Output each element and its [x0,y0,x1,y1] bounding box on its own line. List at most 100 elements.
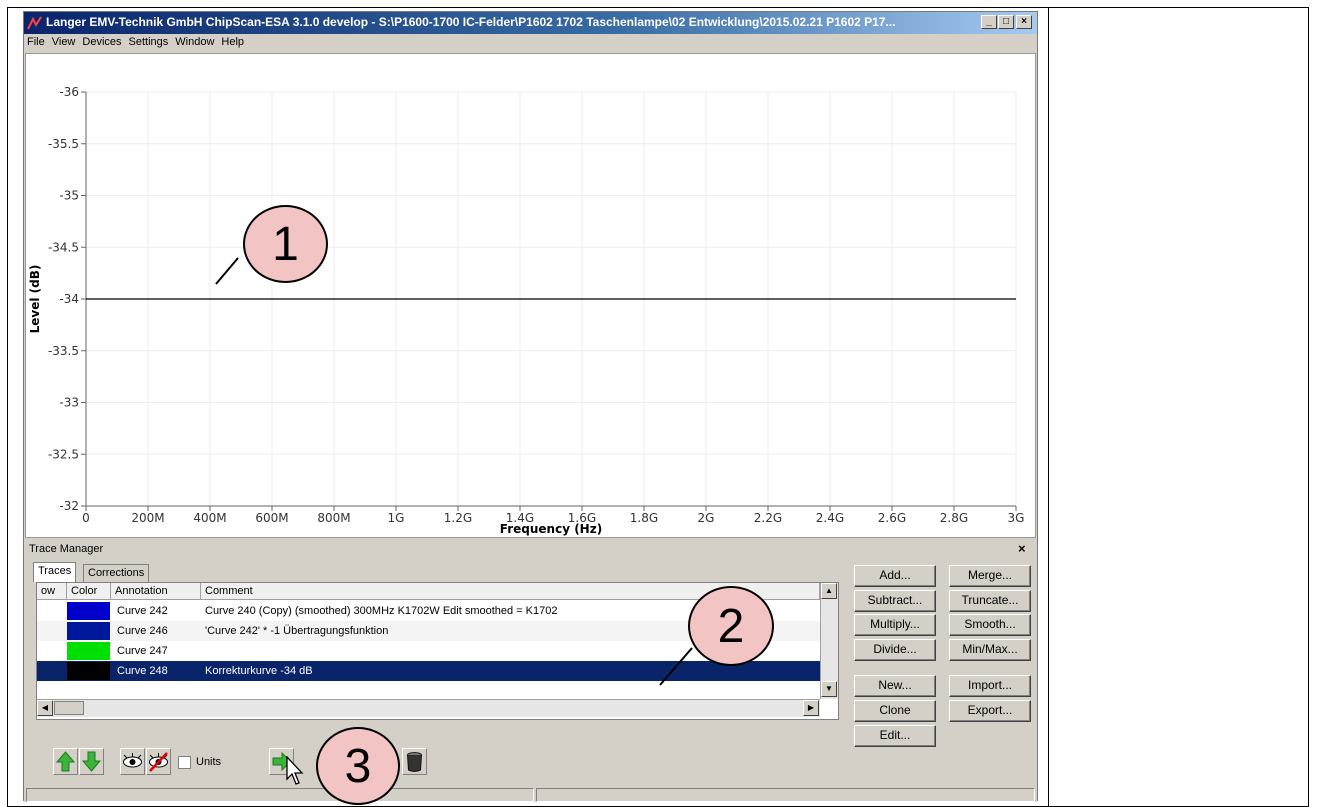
row-comment: 'Curve 242' * -1 Übertragungsfunktion [205,625,389,637]
column-header-show[interactable]: ow [37,583,67,600]
menu-window[interactable]: Window [172,34,218,48]
menu-devices[interactable]: Devices [79,34,125,48]
divide-button[interactable]: Divide... [854,639,936,661]
x-tick-label: 800M [317,511,350,525]
menu-bar: File View Devices Settings Window Help [24,34,1037,52]
mouse-cursor-icon [286,756,304,785]
app-window: Langer EMV-Technik GmbH ChipScan-ESA 3.1… [23,11,1038,802]
x-tick-label: 2.6G [878,511,906,525]
callout-2: 2 [688,586,774,666]
smooth-button[interactable]: Smooth... [949,614,1031,636]
units-checkbox[interactable] [178,756,191,769]
x-tick-label: 1.8G [630,511,658,525]
truncate-button[interactable]: Truncate... [949,590,1031,612]
units-label: Units [196,756,222,768]
tab-traces[interactable]: Traces [33,562,77,582]
frame-divider [1048,7,1049,807]
row-comment: Korrekturkurve -34 dB [205,665,313,677]
move-up-button[interactable] [53,748,78,775]
callout-3: 3 [316,727,400,805]
y-tick-label: -32 [59,499,79,513]
vertical-scrollbar[interactable]: ▲ ▼ [820,583,838,699]
clone-button[interactable]: Clone [854,700,936,722]
scroll-left-icon[interactable]: ◀ [37,700,53,716]
trace-manager-title: Trace Manager [29,543,104,555]
arrow-up-icon [55,751,76,772]
move-down-button[interactable] [79,748,104,775]
column-header-color[interactable]: Color [67,583,111,600]
x-tick-label: 600M [255,511,288,525]
minimize-button[interactable]: _ [981,15,997,29]
horizontal-scrollbar[interactable]: ◀ ▶ [37,699,820,717]
row-annotation: Curve 248 [117,665,168,677]
hide-trace-button[interactable] [146,748,171,775]
column-header-annotation[interactable]: Annotation [111,583,201,600]
close-button[interactable]: × [1016,15,1032,29]
status-panel-right [536,788,1035,802]
y-tick-label: -35.5 [48,137,79,151]
x-tick-label: 2.8G [940,511,968,525]
y-tick-label: -34.5 [48,240,79,254]
y-tick-label: -36 [59,85,79,99]
x-tick-label: 200M [131,511,164,525]
color-swatch[interactable] [67,602,110,620]
callout-1-leader [215,257,239,285]
status-panel-left [26,788,534,802]
color-swatch[interactable] [67,662,110,680]
tab-corrections[interactable]: Corrections [83,564,150,582]
y-tick-label: -32.5 [48,447,79,461]
edit-button[interactable]: Edit... [854,725,936,747]
app-logo-icon [27,16,42,30]
x-tick-label: 1G [388,511,405,525]
scroll-down-icon[interactable]: ▼ [821,681,837,697]
callout-1: 1 [243,205,328,283]
row-annotation: Curve 242 [117,605,168,617]
x-tick-label: 2G [698,511,715,525]
color-swatch[interactable] [67,622,110,640]
row-annotation: Curve 247 [117,645,168,657]
import-button[interactable]: Import... [949,675,1031,697]
arrow-down-icon [81,751,102,772]
add-button[interactable]: Add... [854,565,936,587]
eye-crossed-icon [149,752,168,772]
y-tick-label: -33 [59,396,79,410]
eye-icon [123,753,142,768]
x-tick-label: 0 [82,511,90,525]
scroll-right-icon[interactable]: ▶ [803,700,819,716]
new-button[interactable]: New... [854,675,936,697]
x-axis-title: Frequency (Hz) [500,522,602,536]
y-tick-label: -35 [59,189,79,203]
chart-panel: 0 200M 400M 600M 800M 1G 1.2G 1.4G 1.6G 1.8G 2G 2.2… [25,53,1036,538]
menu-file[interactable]: File [24,34,49,48]
x-tick-label: 2.2G [754,511,782,525]
trash-bin-icon [407,752,422,772]
minmax-button[interactable]: Min/Max... [949,639,1031,661]
y-tick-label: -34 [59,292,79,306]
color-swatch[interactable] [67,642,110,660]
scroll-thumb[interactable] [54,701,84,715]
delete-button[interactable] [402,748,427,775]
multiply-button[interactable]: Multiply... [854,614,936,636]
x-tick-label: 3G [1008,511,1025,525]
title-bar[interactable]: Langer EMV-Technik GmbH ChipScan-ESA 3.1… [24,12,1037,34]
table-row[interactable]: Curve 248 Korrekturkurve -34 dB [37,661,820,681]
callout-2-leader [659,647,693,686]
window-title: Langer EMV-Technik GmbH ChipScan-ESA 3.1… [46,15,896,29]
x-tick-label: 2.4G [816,511,844,525]
row-annotation: Curve 246 [117,625,168,637]
scroll-up-icon[interactable]: ▲ [821,583,837,599]
show-trace-button[interactable] [120,748,145,775]
level-chart[interactable]: 0 200M 400M 600M 800M 1G 1.2G 1.4G 1.6G 1.8G 2G 2.2… [26,54,1035,537]
merge-button[interactable]: Merge... [949,565,1031,587]
y-axis-title: Level (dB) [28,265,42,334]
menu-help[interactable]: Help [218,34,248,48]
trace-manager-panel: Trace Manager × Traces Corrections ow Co… [24,540,1037,802]
export-button[interactable]: Export... [949,700,1031,722]
x-tick-label: 400M [193,511,226,525]
maximize-button[interactable]: □ [998,15,1014,29]
row-comment: Curve 240 (Copy) (smoothed) 300MHz K1702… [205,605,558,617]
menu-settings[interactable]: Settings [126,34,173,48]
subtract-button[interactable]: Subtract... [854,590,936,612]
menu-view[interactable]: View [49,34,80,48]
trace-manager-close-icon[interactable]: × [1018,541,1026,556]
